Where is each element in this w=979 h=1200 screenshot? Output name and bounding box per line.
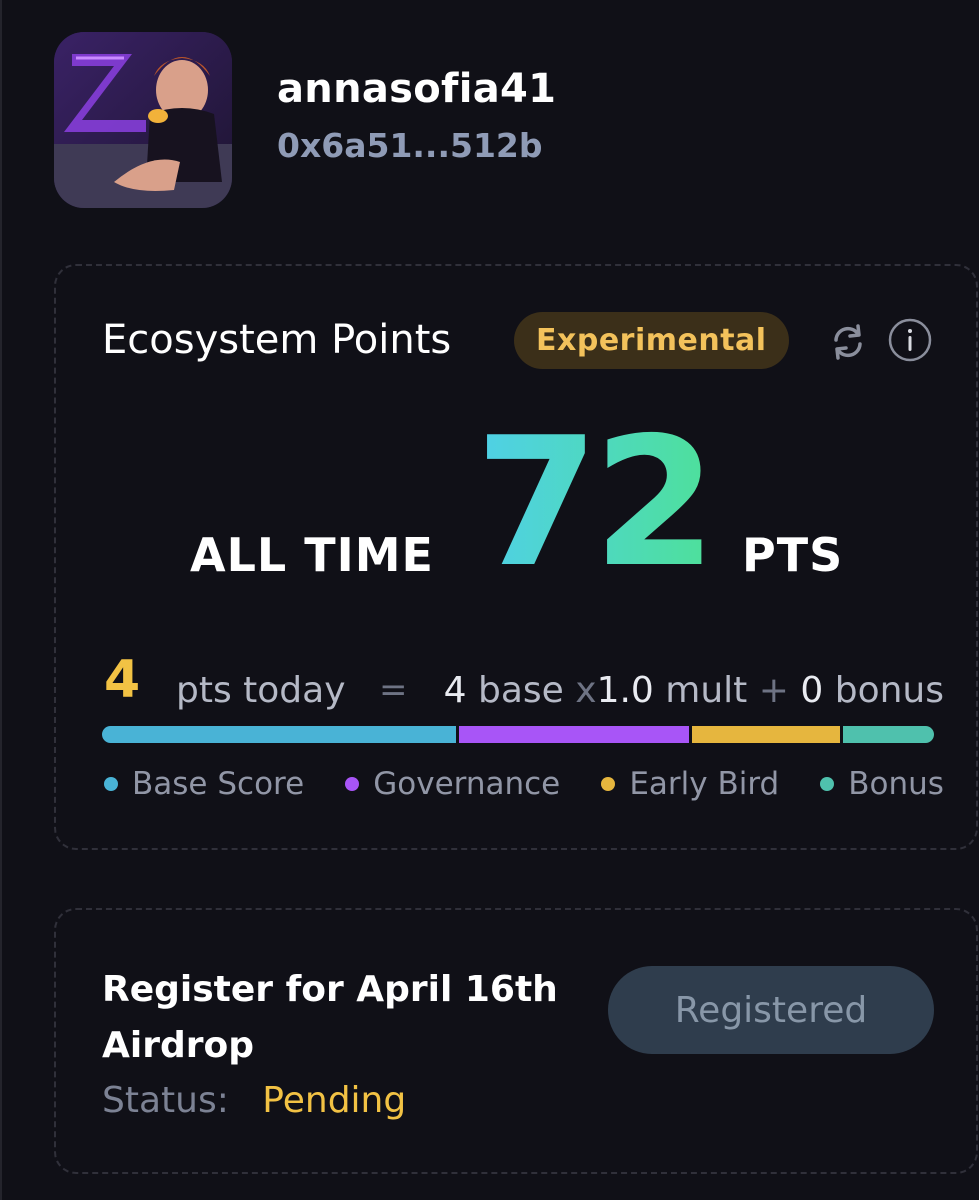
plus-sign: + [758,670,789,711]
mult-label: mult [665,670,748,711]
airdrop-card: Register for April 16th Airdrop Status: … [54,908,978,1174]
alltime-points-number: 72 [475,416,711,586]
points-formula: 4 base x1.0 mult + 0 bonus [444,670,944,711]
wallet-address[interactable]: 0x6a51...512b [277,126,543,165]
status-value: Pending [262,1080,407,1121]
mult-value: 1.0 [596,670,654,711]
legend-label: Bonus [848,766,944,802]
breakdown-segment-governance [458,726,690,743]
registered-button[interactable]: Registered [608,966,934,1054]
today-points-label: pts today [176,670,346,711]
breakdown-segment-base-score [102,726,456,743]
info-icon[interactable] [888,318,932,362]
bonus-value: 0 [800,670,824,711]
legend-item: Base Score [104,764,304,804]
username: annasofia41 [277,66,557,112]
legend-label: Base Score [132,766,305,802]
legend-item: Early Bird [601,764,779,804]
avatar[interactable] [54,32,232,208]
avatar-photo [54,32,232,208]
base-label: base [477,670,564,711]
legend-dot-icon [820,777,835,791]
legend-item: Governance [345,764,560,804]
equals-sign: = [379,670,408,710]
pts-label: PTS [742,528,844,582]
airdrop-title: Register for April 16th Airdrop [102,969,558,1066]
times-sign: x [575,670,597,711]
legend-label: Early Bird [629,766,780,802]
today-points-row: 4 pts today = 4 base x1.0 mult + 0 bonus [104,650,944,711]
legend-dot-icon [345,777,360,791]
card-title: Ecosystem Points [102,317,452,363]
alltime-points-row: ALL TIME 72 PTS [56,416,976,586]
legend-label: Governance [373,766,561,802]
legend-dot-icon [104,777,118,791]
legend-dot-icon [601,777,616,791]
experimental-badge: Experimental [514,312,789,369]
airdrop-status: Status: Pending [102,1080,406,1121]
points-breakdown-legend: Base Score Governance Early Bird Bonus [104,764,944,804]
alltime-label: ALL TIME [190,528,434,582]
base-value: 4 [443,670,467,711]
status-label: Status: [102,1080,229,1121]
breakdown-segment-early-bird [692,726,841,743]
ecosystem-points-card: Ecosystem Points Experimental ALL TIME 7… [54,264,978,850]
bonus-label: bonus [834,670,944,711]
today-points-value: 4 [104,650,141,710]
legend-item: Bonus [820,764,944,804]
alltime-points-value: 72 [475,416,717,586]
profile-panel: annasofia41 0x6a51...512b Ecosystem Poin… [0,0,979,1200]
points-breakdown-bar [102,726,934,743]
breakdown-segment-bonus [843,726,934,743]
refresh-icon[interactable] [828,322,868,362]
